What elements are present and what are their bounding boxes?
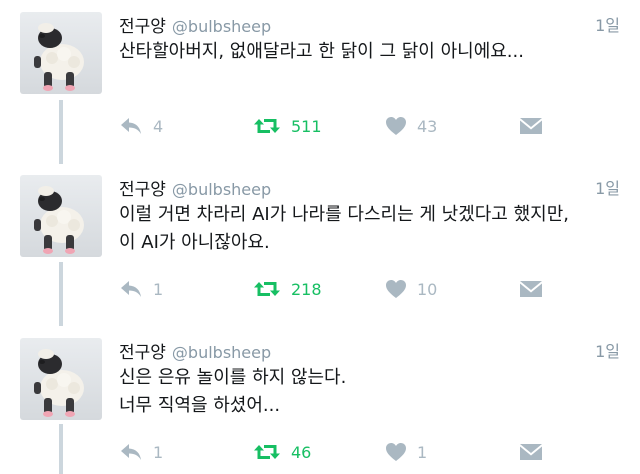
like-button[interactable]: 1 xyxy=(385,440,427,464)
tweet-timestamp[interactable]: 1일 xyxy=(595,338,620,362)
avatar[interactable] xyxy=(20,338,102,420)
heart-icon xyxy=(386,443,406,461)
tweet-actions: 1 218 10 xyxy=(119,277,624,301)
retweet-count: 511 xyxy=(291,116,322,136)
tweet-text-line: 이럴 거면 차라리 AI가 나라를 다스리는 게 낫겠다고 했지만, xyxy=(119,204,569,225)
heart-icon xyxy=(386,280,406,298)
tweet[interactable]: 전구양 @bulbsheep 1일 산타할아버지, 없애달라고 한 닭이 그 닭이… xyxy=(0,12,640,152)
tweet-text: 신은 은유 놀이를 하지 않는다. 너무 직역을 하셨어... xyxy=(119,364,624,420)
tweet-header: 전구양 @bulbsheep 1일 xyxy=(119,175,624,200)
retweet-arrows-icon xyxy=(254,282,280,296)
direct-message-button[interactable] xyxy=(519,114,543,138)
envelope-icon xyxy=(520,118,542,134)
envelope-icon xyxy=(520,444,542,460)
tweet-header: 전구양 @bulbsheep 1일 xyxy=(119,12,624,37)
reply-button[interactable]: 1 xyxy=(119,277,163,301)
tweet-actions: 1 46 1 xyxy=(119,440,624,464)
tweet-text-line: 신은 은유 놀이를 하지 않는다. xyxy=(119,367,347,388)
reply-count: 4 xyxy=(153,116,164,136)
tweet-text: 이럴 거면 차라리 AI가 나라를 다스리는 게 낫겠다고 했지만, 이 AI가… xyxy=(119,201,624,257)
direct-message-button[interactable] xyxy=(519,277,543,301)
reply-count: 1 xyxy=(153,279,164,299)
retweet-button[interactable]: 46 xyxy=(253,440,311,464)
reply-arrow-icon xyxy=(121,118,141,134)
tweet-timestamp[interactable]: 1일 xyxy=(595,175,620,199)
tweet-text-line: 이 AI가 아니잖아요. xyxy=(119,232,270,253)
avatar[interactable] xyxy=(20,175,102,257)
like-button[interactable]: 10 xyxy=(385,277,437,301)
display-name[interactable]: 전구양 xyxy=(119,343,166,363)
retweet-arrows-icon xyxy=(254,445,280,459)
retweet-count: 46 xyxy=(291,442,312,462)
tweet-actions: 4 511 43 xyxy=(119,114,624,138)
user-handle[interactable]: @bulbsheep xyxy=(172,180,271,199)
tweet-timestamp[interactable]: 1일 xyxy=(595,12,620,36)
tweet-header: 전구양 @bulbsheep 1일 xyxy=(119,338,624,363)
retweet-button[interactable]: 511 xyxy=(253,114,322,138)
reply-button[interactable]: 4 xyxy=(119,114,163,138)
tweet-text-line: 너무 직역을 하셨어... xyxy=(119,395,281,416)
display-name[interactable]: 전구양 xyxy=(119,180,166,200)
like-count: 43 xyxy=(417,116,438,136)
reply-count: 1 xyxy=(153,442,164,462)
direct-message-button[interactable] xyxy=(519,440,543,464)
like-count: 10 xyxy=(417,279,438,299)
tweet-text: 산타할아버지, 없애달라고 한 닭이 그 닭이 아니에요... xyxy=(119,38,624,66)
tweet[interactable]: 전구양 @bulbsheep 1일 이럴 거면 차라리 AI가 나라를 다스리는 … xyxy=(0,175,640,315)
user-handle[interactable]: @bulbsheep xyxy=(172,17,271,36)
reply-arrow-icon xyxy=(121,281,141,297)
avatar[interactable] xyxy=(20,12,102,94)
tweet[interactable]: 전구양 @bulbsheep 1일 신은 은유 놀이를 하지 않는다. 너무 직역… xyxy=(0,338,640,474)
envelope-icon xyxy=(520,281,542,297)
like-count: 1 xyxy=(417,442,428,462)
user-handle[interactable]: @bulbsheep xyxy=(172,343,271,362)
retweet-arrows-icon xyxy=(254,119,280,133)
retweet-button[interactable]: 218 xyxy=(253,277,322,301)
reply-arrow-icon xyxy=(121,444,141,460)
tweet-text-line: 산타할아버지, 없애달라고 한 닭이 그 닭이 아니에요... xyxy=(119,41,524,62)
retweet-count: 218 xyxy=(291,279,322,299)
like-button[interactable]: 43 xyxy=(385,114,437,138)
display-name[interactable]: 전구양 xyxy=(119,17,166,37)
heart-icon xyxy=(386,117,406,135)
reply-button[interactable]: 1 xyxy=(119,440,163,464)
